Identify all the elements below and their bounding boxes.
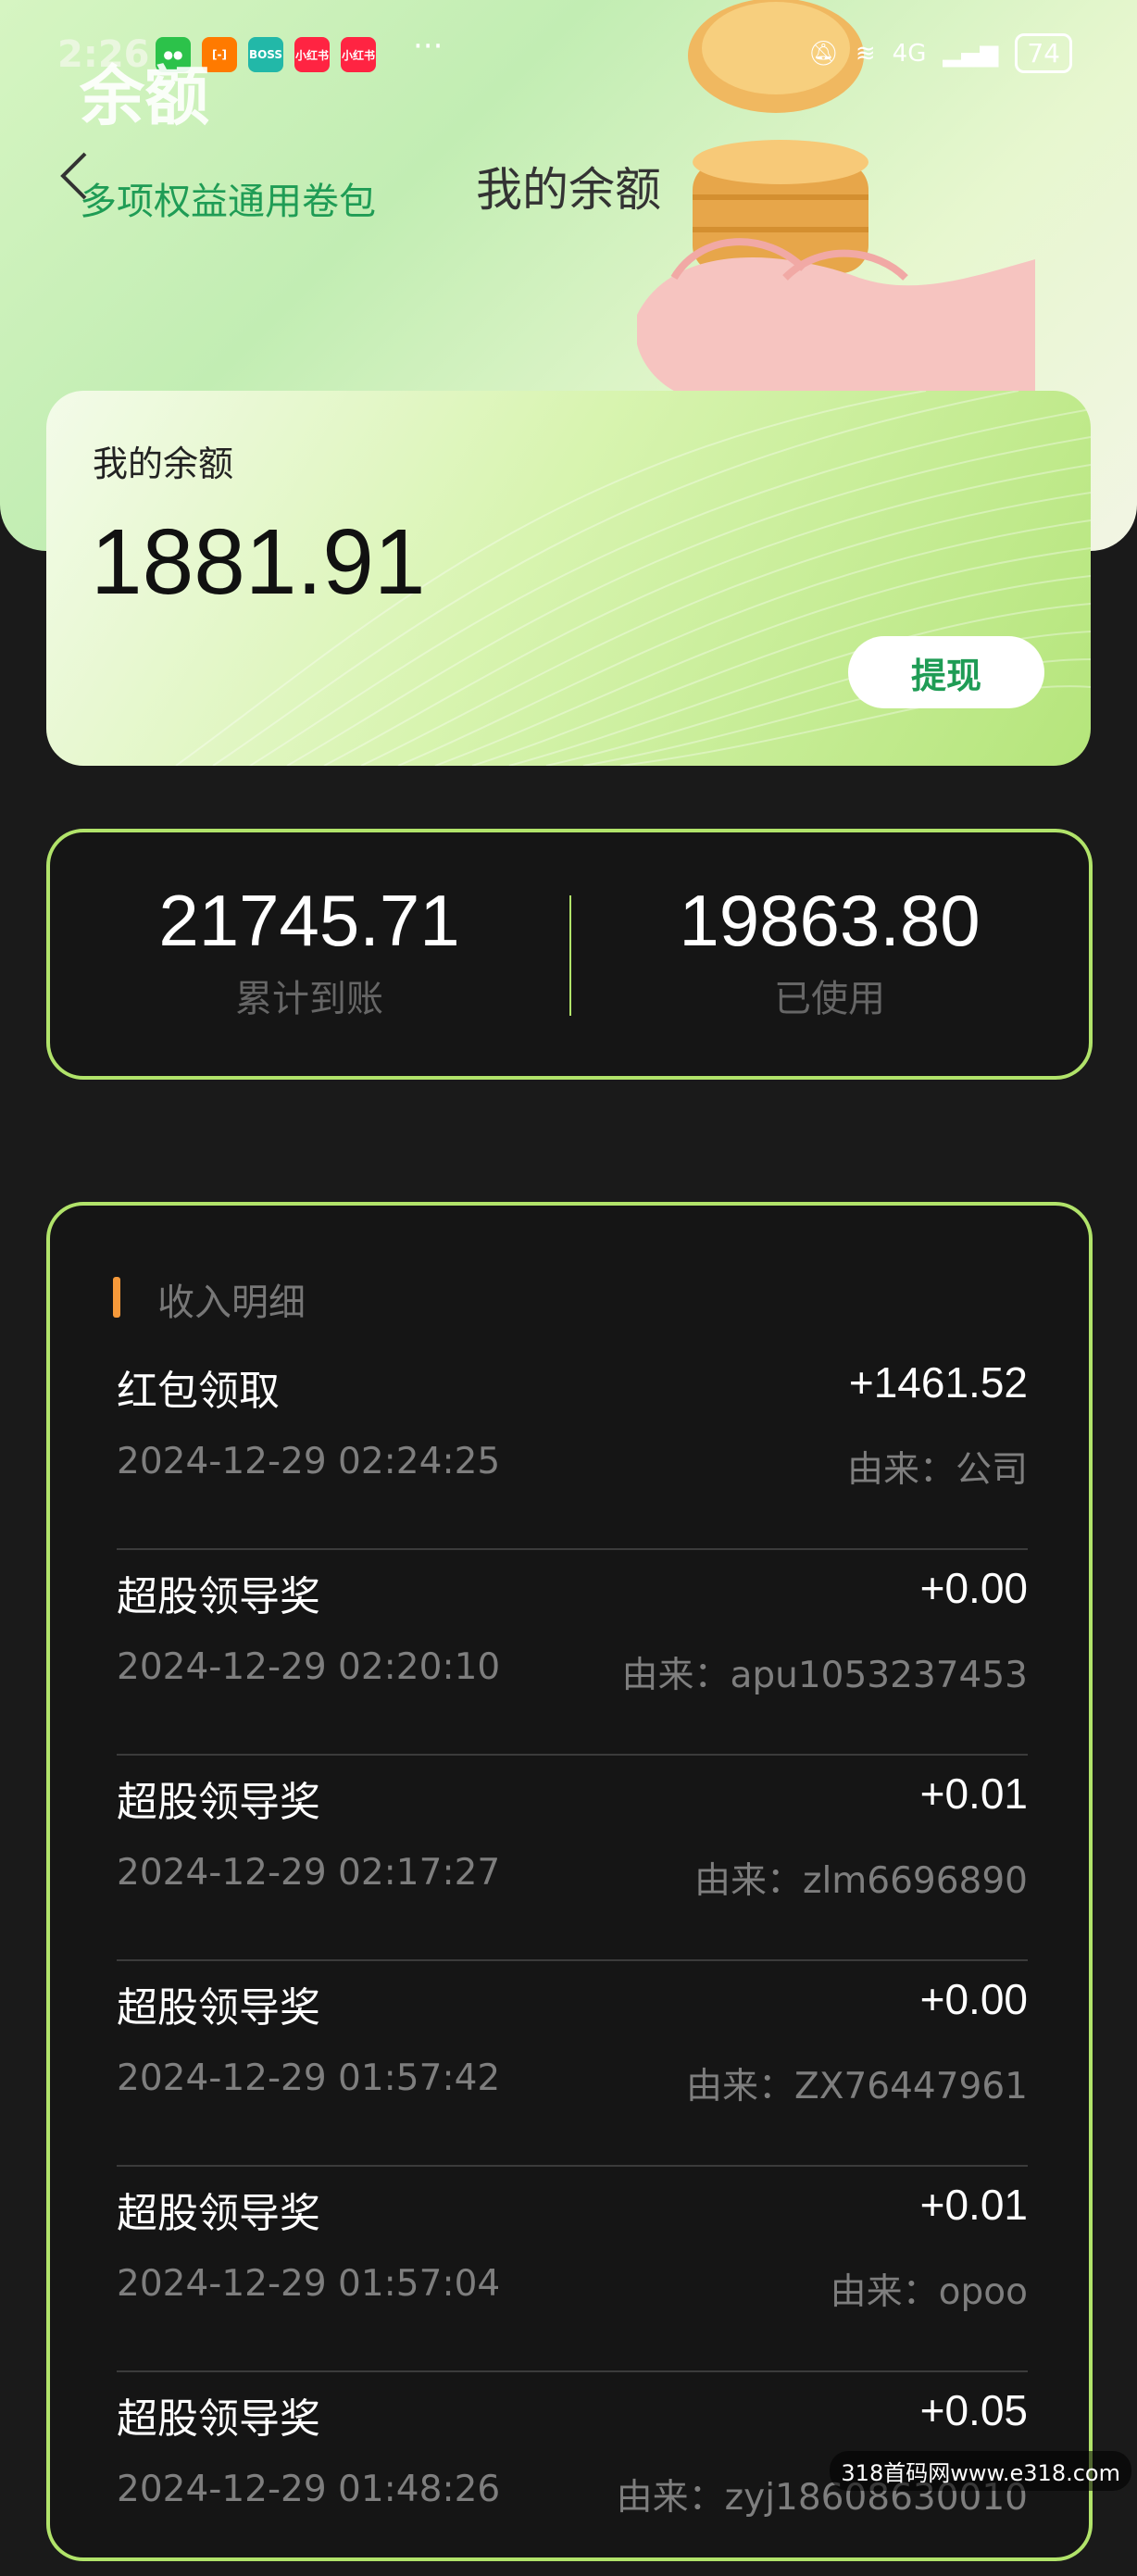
item-title: 超股领导奖 [117, 2395, 320, 2443]
item-time: 2024-12-29 02:20:10 [117, 1646, 501, 1688]
xiaohongshu-icon-2: 小红书 [341, 37, 376, 72]
item-title: 超股领导奖 [117, 2190, 320, 2237]
item-time: 2024-12-29 01:48:26 [117, 2469, 501, 2510]
balance-label: 我的余额 [93, 444, 234, 484]
item-amount: +0.05 [919, 2386, 1028, 2434]
watermark: 318首码网www.e318.com [830, 2451, 1131, 2491]
xiaohongshu-icon: 小红书 [294, 37, 330, 72]
boss-icon: BOSS [248, 37, 283, 72]
item-source: 由来：apu1053237453 [621, 1655, 1028, 1696]
list-item[interactable]: 超股领导奖 +0.00 2024-12-29 01:57:42 由来：ZX764… [117, 1961, 1028, 2167]
list-item[interactable]: 超股领导奖 +0.00 2024-12-29 02:20:10 由来：apu10… [117, 1550, 1028, 1756]
stats-card: 21745.71 累计到账 19863.80 已使用 [46, 829, 1093, 1080]
item-time: 2024-12-29 02:17:27 [117, 1852, 501, 1894]
item-amount: +0.00 [919, 1564, 1028, 1612]
wifi-icon: ≋ [855, 39, 876, 68]
stat-total-received: 21745.71 累计到账 [50, 879, 568, 1022]
heading-accent-bar [113, 1277, 120, 1318]
item-title: 超股领导奖 [117, 1779, 320, 1826]
item-amount: +1461.52 [848, 1358, 1028, 1407]
mute-icon: 🔕︎ [807, 39, 839, 68]
list-item[interactable]: 超股领导奖 +0.01 2024-12-29 01:57:04 由来：opoo [117, 2167, 1028, 2372]
list-item[interactable]: 超股领导奖 +0.01 2024-12-29 02:17:27 由来：zlm66… [117, 1756, 1028, 1961]
status-right-icons: 🔕︎ ≋ 4G ▂▄▆ 74 [808, 33, 1072, 73]
item-time: 2024-12-29 02:24:25 [117, 1441, 501, 1482]
signal-icon: ▂▄▆ [943, 39, 999, 68]
balance-card: 我的余额 1881.91 提现 [46, 391, 1091, 766]
battery-indicator: 74 [1015, 33, 1072, 73]
total-received-label: 累计到账 [235, 978, 383, 1020]
income-details-card: 收入明细 红包领取 +1461.52 2024-12-29 02:24:25 由… [46, 1202, 1093, 2561]
item-amount: +0.01 [919, 2181, 1028, 2229]
more-notifications-icon: ··· [413, 28, 444, 65]
balance-value: 1881.91 [91, 510, 426, 614]
item-title: 超股领导奖 [117, 1984, 320, 2032]
withdraw-button[interactable]: 提现 [848, 636, 1044, 708]
network-label: 4G [892, 39, 927, 68]
item-title: 红包领取 [117, 1368, 280, 1415]
income-list: 红包领取 +1461.52 2024-12-29 02:24:25 由来：公司 … [117, 1344, 1028, 2576]
page-title: 我的余额 [476, 163, 661, 217]
item-amount: +0.00 [919, 1975, 1028, 2023]
total-received-value: 21745.71 [158, 880, 460, 961]
used-label: 已使用 [774, 978, 885, 1020]
header-background-word: 余额 [80, 58, 209, 134]
item-source: 由来：opoo [830, 2271, 1028, 2313]
item-source: 由来：ZX76447961 [686, 2066, 1028, 2107]
item-time: 2024-12-29 01:57:42 [117, 2057, 501, 2099]
item-title: 超股领导奖 [117, 1573, 320, 1620]
item-source: 由来：公司 [846, 1449, 1028, 1491]
income-heading: 收入明细 [157, 1282, 306, 1324]
item-amount: +0.01 [919, 1769, 1028, 1818]
item-source: 由来：zlm6696890 [694, 1860, 1028, 1902]
stat-used: 19863.80 已使用 [570, 879, 1089, 1022]
item-time: 2024-12-29 01:57:04 [117, 2263, 501, 2305]
list-item[interactable]: 红包领取 +1461.52 2024-12-29 02:24:25 由来：公司 [117, 1344, 1028, 1550]
used-value: 19863.80 [679, 880, 981, 961]
